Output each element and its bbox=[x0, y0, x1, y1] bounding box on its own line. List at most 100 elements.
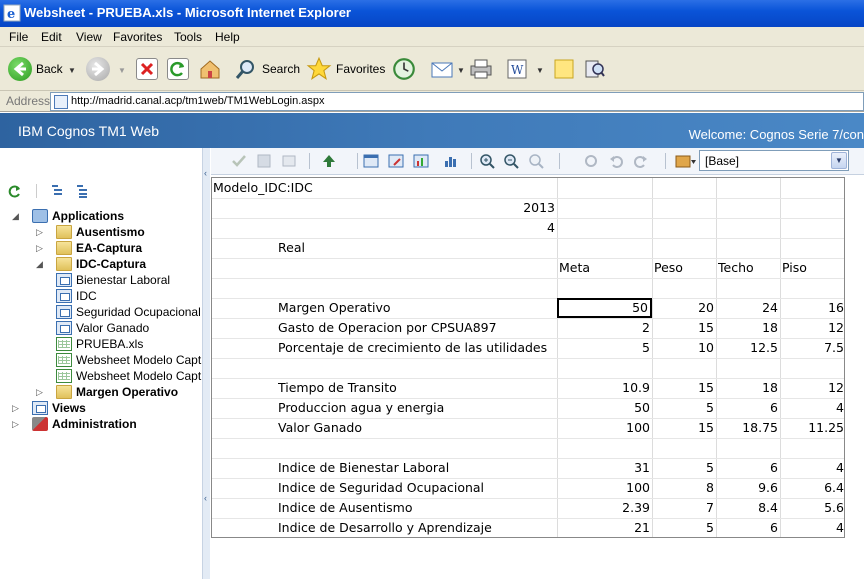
menu-view[interactable]: View bbox=[76, 30, 102, 44]
edit-dropdown-icon[interactable]: ▼ bbox=[536, 66, 544, 75]
stop-button[interactable] bbox=[136, 55, 158, 83]
address-url[interactable]: http://madrid.canal.acp/tm1web/TM1WebLog… bbox=[71, 95, 325, 107]
value-cell[interactable]: 2.39 bbox=[557, 498, 652, 518]
menu-favorites[interactable]: Favorites bbox=[113, 30, 162, 44]
collapse-left-icon-bottom[interactable]: ‹ bbox=[204, 493, 207, 503]
value-cell[interactable]: 12.5 bbox=[716, 338, 780, 358]
value-cell[interactable]: 12 bbox=[780, 378, 844, 398]
tree-node-ea-captura[interactable]: ▷ EA-Captura bbox=[36, 240, 142, 256]
refresh-tree-icon[interactable] bbox=[8, 184, 22, 198]
forward-dropdown-icon[interactable]: ▼ bbox=[118, 66, 126, 75]
expand-tree-icon[interactable] bbox=[75, 184, 89, 198]
back-button[interactable]: Back bbox=[8, 55, 63, 83]
value-cell[interactable]: 20 bbox=[652, 298, 716, 318]
notes-button[interactable] bbox=[552, 55, 576, 83]
menu-help[interactable]: Help bbox=[215, 30, 240, 44]
tree-node-administration[interactable]: ▷ Administration bbox=[12, 416, 137, 432]
refresh-button[interactable] bbox=[167, 55, 189, 83]
value-cell[interactable]: 15 bbox=[652, 378, 716, 398]
tree-item-bienestar-laboral[interactable]: Bienestar Laboral bbox=[56, 272, 170, 288]
bar-chart-icon[interactable] bbox=[443, 153, 459, 169]
value-cell[interactable]: 5 bbox=[652, 398, 716, 418]
go-up-icon[interactable] bbox=[321, 153, 337, 169]
address-input[interactable]: http://madrid.canal.acp/tm1web/TM1WebLog… bbox=[50, 92, 864, 111]
zoom-out-icon[interactable] bbox=[503, 153, 519, 169]
value-cell[interactable]: 2 bbox=[557, 318, 652, 338]
tree-node-ausentismo[interactable]: ▷ Ausentismo bbox=[36, 224, 145, 240]
collapse-arrow-icon[interactable]: ◢ bbox=[12, 211, 22, 222]
menu-edit[interactable]: Edit bbox=[41, 30, 62, 44]
value-cell[interactable]: 5 bbox=[652, 458, 716, 478]
value-cell[interactable]: 5 bbox=[557, 338, 652, 358]
value-cell[interactable]: 50 bbox=[557, 398, 652, 418]
value-cell[interactable]: 24 bbox=[716, 298, 780, 318]
value-cell[interactable]: 4 bbox=[780, 398, 844, 418]
value-cell[interactable]: 100 bbox=[557, 418, 652, 438]
tree-item-valor-ganado[interactable]: Valor Ganado bbox=[56, 320, 149, 336]
value-cell[interactable]: 6 bbox=[716, 398, 780, 418]
value-cell[interactable]: 8.4 bbox=[716, 498, 780, 518]
home-button[interactable] bbox=[198, 55, 222, 83]
forward-button[interactable] bbox=[86, 55, 110, 83]
value-cell[interactable]: 9.6 bbox=[716, 478, 780, 498]
undo-icon[interactable] bbox=[608, 153, 624, 169]
collapse-arrow-icon[interactable]: ◢ bbox=[36, 259, 46, 270]
value-cell[interactable]: 18.75 bbox=[716, 418, 780, 438]
value-cell[interactable]: 10 bbox=[652, 338, 716, 358]
value-cell[interactable]: 6.4 bbox=[780, 478, 844, 498]
tree-node-idc-captura[interactable]: ◢ IDC-Captura bbox=[36, 256, 146, 272]
value-cell[interactable]: 31 bbox=[557, 458, 652, 478]
expand-arrow-icon[interactable]: ▷ bbox=[36, 227, 46, 238]
value-cell[interactable]: 7 bbox=[652, 498, 716, 518]
value-cell[interactable]: 4 bbox=[780, 458, 844, 478]
search-button[interactable]: Search bbox=[234, 55, 300, 83]
print-button[interactable] bbox=[468, 55, 494, 83]
tree-item-seguridad-ocupacional[interactable]: Seguridad Ocupacional bbox=[56, 304, 201, 320]
expand-arrow-icon[interactable]: ▷ bbox=[36, 243, 46, 254]
subset-select[interactable]: [Base] ▼ bbox=[699, 150, 849, 171]
mail-dropdown-icon[interactable]: ▼ bbox=[457, 66, 465, 75]
chart-view-icon[interactable] bbox=[413, 153, 429, 169]
value-cell[interactable]: 15 bbox=[652, 318, 716, 338]
view-edit-icon[interactable] bbox=[388, 153, 404, 169]
value-cell[interactable]: 10.9 bbox=[557, 378, 652, 398]
value-cell[interactable]: 18 bbox=[716, 378, 780, 398]
value-cell[interactable]: 50 bbox=[557, 298, 652, 318]
expand-arrow-icon[interactable]: ▷ bbox=[36, 387, 46, 398]
tree-item-websheet-modelo-1[interactable]: Websheet Modelo Capt bbox=[56, 352, 201, 368]
value-cell[interactable]: 4 bbox=[780, 518, 844, 537]
pane-collapse-bar[interactable]: ‹ ‹ bbox=[202, 148, 210, 579]
sheet-grid-icon[interactable] bbox=[281, 153, 297, 169]
recalculate-icon[interactable] bbox=[583, 153, 599, 169]
redo-icon[interactable] bbox=[633, 153, 649, 169]
value-cell[interactable]: 11.25 bbox=[780, 418, 844, 438]
back-dropdown-icon[interactable]: ▼ bbox=[68, 66, 76, 75]
tree-node-views[interactable]: ▷ Views bbox=[12, 400, 86, 416]
commit-check-icon[interactable] bbox=[231, 153, 247, 169]
zoom-reset-icon[interactable] bbox=[528, 153, 544, 169]
year-cell[interactable]: 2013 bbox=[412, 198, 557, 218]
mail-button[interactable] bbox=[430, 55, 456, 83]
edit-button[interactable]: W bbox=[505, 55, 529, 83]
research-button[interactable] bbox=[583, 55, 607, 83]
tree-item-prueba-xls[interactable]: PRUEBA.xls bbox=[56, 336, 143, 352]
value-cell[interactable]: 18 bbox=[716, 318, 780, 338]
value-cell[interactable]: 16 bbox=[780, 298, 844, 318]
collapse-tree-icon[interactable] bbox=[50, 184, 64, 198]
tree-node-margen-operativo[interactable]: ▷ Margen Operativo bbox=[36, 384, 178, 400]
chevron-down-icon[interactable]: ▼ bbox=[831, 152, 847, 169]
view-icon[interactable] bbox=[363, 153, 379, 169]
subset-editor-icon[interactable] bbox=[675, 153, 697, 169]
tree-item-websheet-modelo-2[interactable]: Websheet Modelo Capt bbox=[56, 368, 201, 384]
value-cell[interactable]: 5 bbox=[652, 518, 716, 537]
value-cell[interactable]: 21 bbox=[557, 518, 652, 537]
tree-node-applications[interactable]: ◢ Applications bbox=[12, 208, 124, 224]
value-cell[interactable]: 7.5 bbox=[780, 338, 844, 358]
save-icon[interactable] bbox=[256, 153, 272, 169]
value-cell[interactable]: 15 bbox=[652, 418, 716, 438]
history-button[interactable] bbox=[391, 55, 417, 83]
tree-item-idc[interactable]: IDC bbox=[56, 288, 97, 304]
value-cell[interactable]: 12 bbox=[780, 318, 844, 338]
zoom-in-icon[interactable] bbox=[479, 153, 495, 169]
value-cell[interactable]: 6 bbox=[716, 458, 780, 478]
